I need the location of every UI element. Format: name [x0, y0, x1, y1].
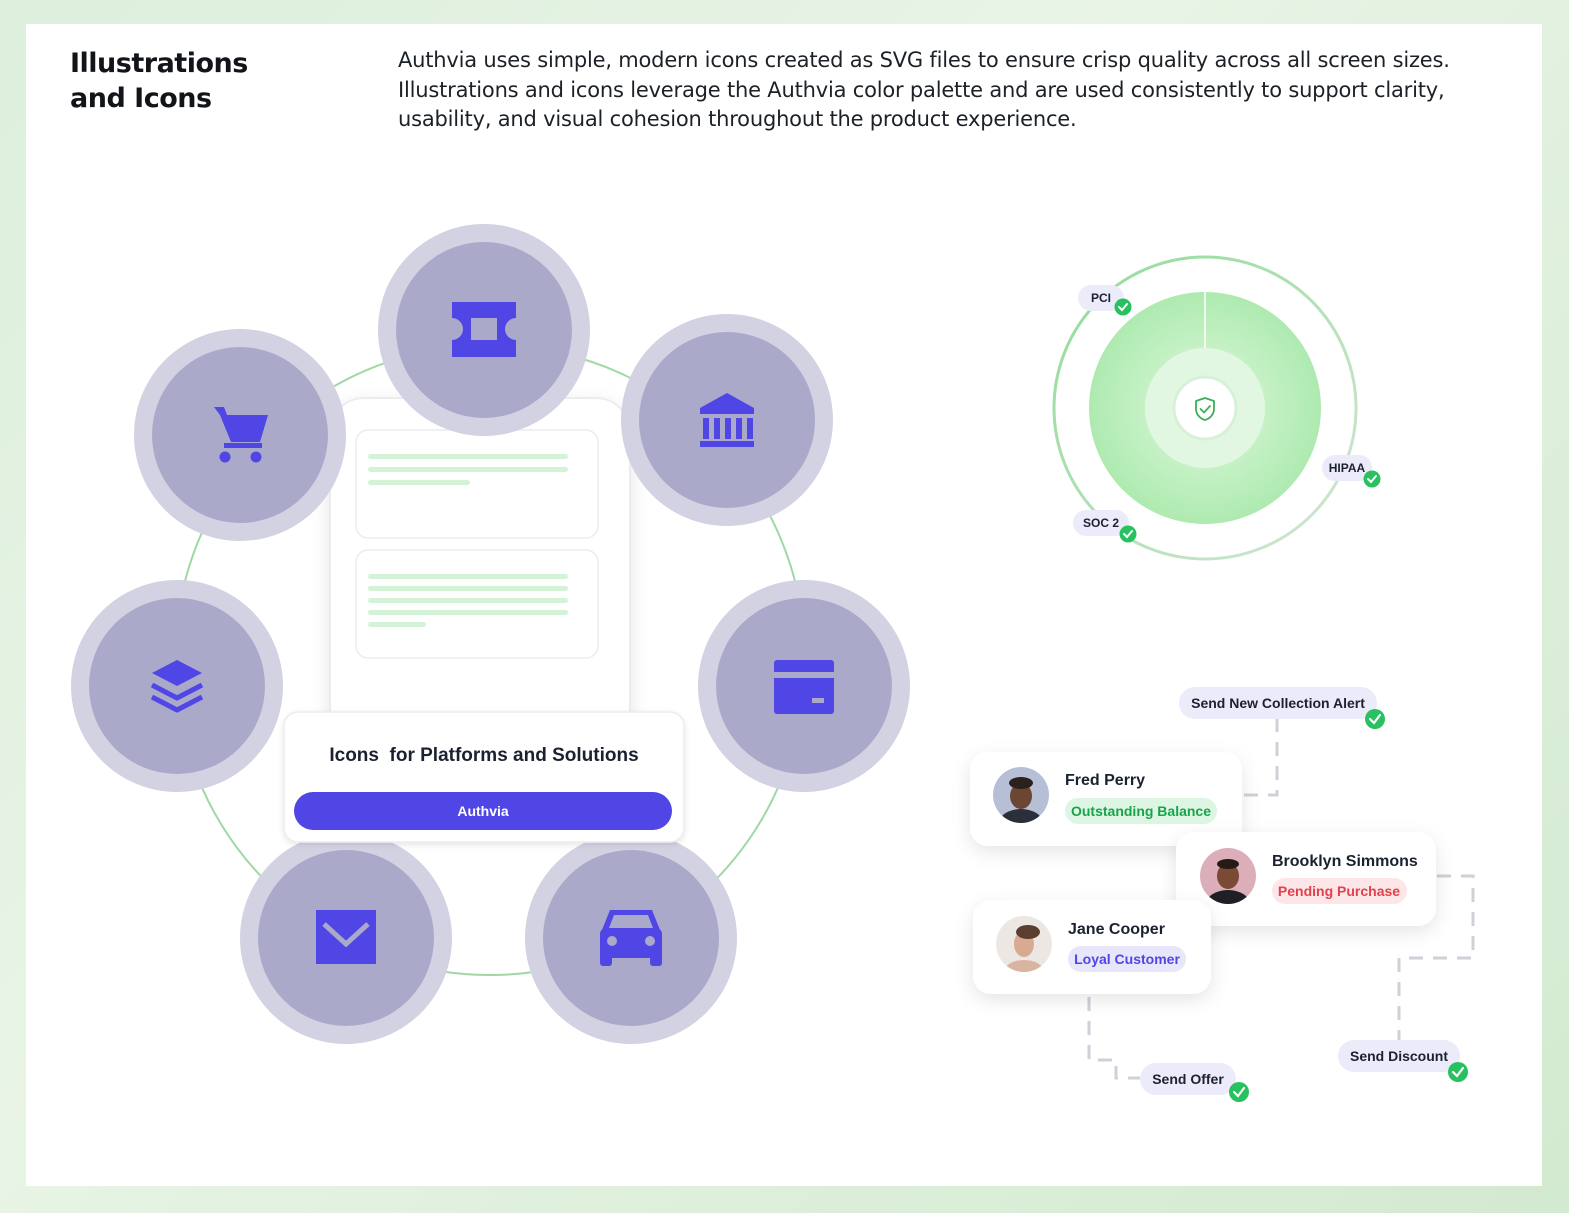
- authvia-button-label[interactable]: Authvia: [457, 803, 509, 819]
- bank-icon-circle: [621, 314, 833, 526]
- check-badge-icon: [1119, 525, 1137, 543]
- send-discount-chip[interactable]: Send Discount: [1338, 1040, 1468, 1082]
- ticket-icon-circle: [378, 224, 590, 436]
- hipaa-label: HIPAA: [1329, 461, 1366, 475]
- check-badge-icon: [1229, 1082, 1249, 1102]
- customer-card-brooklyn[interactable]: Brooklyn Simmons Pending Purchase: [1176, 832, 1436, 926]
- hipaa-badge: HIPAA: [1322, 455, 1381, 488]
- send-offer-label: Send Offer: [1152, 1071, 1224, 1087]
- customer-name: Brooklyn Simmons: [1272, 853, 1418, 870]
- phone-card-2: [355, 549, 599, 659]
- status-badge-label: Outstanding Balance: [1071, 803, 1211, 819]
- cart-icon-circle: [134, 329, 346, 541]
- send-offer-chip[interactable]: Send Offer: [1140, 1063, 1249, 1102]
- compliance-diagram: PCI HIPAA SOC 2: [1052, 255, 1381, 561]
- icon-wheel: Icons for Platforms and Solutions Authvi…: [71, 224, 910, 1044]
- check-badge-icon: [1114, 298, 1132, 316]
- check-badge-icon: [1448, 1062, 1468, 1082]
- mail-icon: [316, 910, 376, 964]
- panel-title: Icons for Platforms and Solutions: [329, 745, 638, 766]
- send-discount-label: Send Discount: [1350, 1048, 1448, 1064]
- collection-alert-label: Send New Collection Alert: [1191, 695, 1365, 711]
- status-badge-label: Loyal Customer: [1074, 951, 1180, 967]
- send-collection-alert-chip[interactable]: Send New Collection Alert: [1179, 687, 1385, 729]
- customer-card-jane[interactable]: Jane Cooper Loyal Customer: [973, 900, 1211, 994]
- check-badge-icon: [1363, 470, 1381, 488]
- illustration-canvas: Icons for Platforms and Solutions Authvi…: [71, 224, 1475, 1102]
- credit-card-icon: [774, 660, 834, 714]
- pci-badge: PCI: [1078, 285, 1132, 316]
- workflow-diagram: Send New Collection Alert Fred Perry Out…: [970, 687, 1475, 1102]
- credit-card-icon-circle: [698, 580, 910, 792]
- mail-icon-circle: [240, 832, 452, 1044]
- status-badge-label: Pending Purchase: [1278, 883, 1400, 899]
- car-icon-circle: [525, 832, 737, 1044]
- customer-name: Fred Perry: [1065, 772, 1145, 789]
- customer-card-fred[interactable]: Fred Perry Outstanding Balance: [970, 752, 1242, 846]
- pci-label: PCI: [1091, 291, 1111, 305]
- car-icon: [600, 910, 662, 966]
- soc2-badge: SOC 2: [1073, 510, 1137, 543]
- soc2-label: SOC 2: [1083, 516, 1119, 530]
- layers-icon-circle: [71, 580, 283, 792]
- check-badge-icon: [1365, 709, 1385, 729]
- customer-name: Jane Cooper: [1068, 921, 1165, 938]
